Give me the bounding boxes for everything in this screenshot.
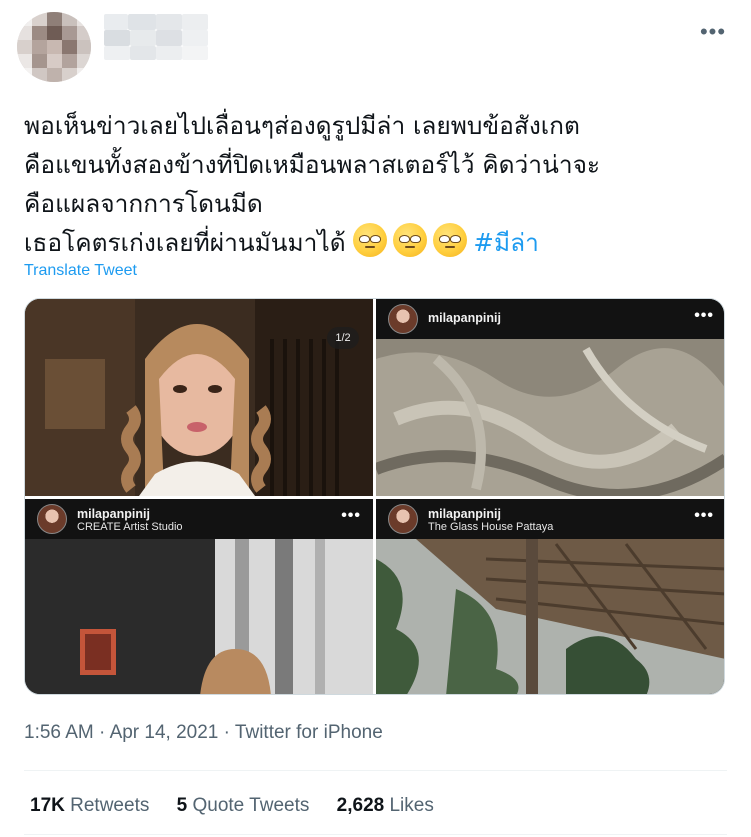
blurred-user-name[interactable] bbox=[104, 14, 208, 74]
tweet-text: พอเห็นข่าวเลยไปเลื่อนๆส่องดูรูปมีล่า เลย… bbox=[24, 106, 734, 262]
instagram-username: milapanpinij bbox=[428, 311, 501, 325]
instagram-avatar bbox=[37, 504, 67, 534]
instagram-location: CREATE Artist Studio bbox=[77, 521, 183, 533]
separator: · bbox=[93, 722, 110, 743]
tweet-text-segment: เธอโคตรเก่งเลยที่ผ่านมันมาได้ bbox=[24, 228, 346, 257]
media-photo-2[interactable]: milapanpinij ••• bbox=[376, 299, 724, 496]
rolling-eyes-emoji-icon bbox=[353, 223, 388, 257]
instagram-post-header: milapanpinij CREATE Artist Studio ••• bbox=[25, 499, 373, 539]
instagram-username: milapanpinij bbox=[77, 507, 150, 521]
retweets-label: Retweets bbox=[70, 795, 150, 816]
more-options-icon[interactable]: ••• bbox=[697, 21, 729, 46]
media-grid: 1/2 milapanpinij ••• milapanpinij CREATE… bbox=[24, 298, 725, 695]
retweets-stat[interactable]: 17K Retweets bbox=[30, 795, 149, 816]
instagram-avatar bbox=[388, 304, 418, 334]
more-options-icon: ••• bbox=[694, 307, 714, 324]
media-photo-3[interactable]: milapanpinij CREATE Artist Studio ••• bbox=[25, 499, 373, 694]
instagram-username: milapanpinij bbox=[428, 507, 501, 521]
rolling-eyes-emoji-icon bbox=[393, 223, 428, 257]
likes-stat[interactable]: 2,628 Likes bbox=[337, 795, 434, 816]
instagram-location: The Glass House Pattaya bbox=[428, 521, 554, 533]
image-counter-badge: 1/2 bbox=[327, 327, 359, 349]
media-photo-4[interactable]: milapanpinij The Glass House Pattaya ••• bbox=[376, 499, 724, 694]
tweet-text-line: คือแผลจากการโดนมีด bbox=[24, 189, 263, 218]
quote-tweets-count: 5 bbox=[176, 795, 188, 816]
tweet-time[interactable]: 1:56 AM bbox=[24, 722, 94, 743]
media-photo-1[interactable]: 1/2 bbox=[25, 299, 373, 496]
translate-tweet-link[interactable]: Translate Tweet bbox=[24, 262, 137, 280]
more-options-icon: ••• bbox=[694, 507, 714, 524]
avatar[interactable] bbox=[17, 12, 91, 82]
tweet-stats: 17K Retweets 5 Quote Tweets 2,628 Likes bbox=[30, 795, 456, 817]
tweet-date[interactable]: Apr 14, 2021 bbox=[110, 722, 219, 743]
more-options-icon: ••• bbox=[341, 507, 361, 524]
instagram-post-header: milapanpinij The Glass House Pattaya ••• bbox=[376, 499, 724, 539]
tweet-text-line: พอเห็นข่าวเลยไปเลื่อนๆส่องดูรูปมีล่า เลย… bbox=[24, 111, 580, 140]
tweet-text-line-with-emoji: เธอโคตรเก่งเลยที่ผ่านมันมาได้ #มีล่า bbox=[24, 223, 734, 262]
likes-label: Likes bbox=[389, 795, 434, 816]
tweet-source[interactable]: Twitter for iPhone bbox=[235, 722, 383, 743]
hashtag-link[interactable]: #มีล่า bbox=[473, 228, 538, 257]
instagram-post-header: milapanpinij ••• bbox=[376, 299, 724, 339]
retweets-count: 17K bbox=[30, 795, 65, 816]
tweet-header: ••• bbox=[0, 0, 751, 90]
selfie-photo-graphic bbox=[25, 299, 373, 496]
separator: · bbox=[218, 722, 235, 743]
tweet-metadata: 1:56 AM · Apr 14, 2021 · Twitter for iPh… bbox=[24, 722, 383, 744]
quote-tweets-label: Quote Tweets bbox=[192, 795, 310, 816]
likes-count: 2,628 bbox=[336, 795, 385, 816]
divider bbox=[24, 834, 727, 835]
rolling-eyes-emoji-icon bbox=[433, 223, 468, 257]
quote-tweets-stat[interactable]: 5 Quote Tweets bbox=[177, 795, 310, 816]
instagram-avatar bbox=[388, 504, 418, 534]
divider bbox=[24, 770, 727, 771]
tweet-text-line: คือแขนทั้งสองข้างที่ปิดเหมือนพลาสเตอร์ไว… bbox=[24, 150, 601, 179]
